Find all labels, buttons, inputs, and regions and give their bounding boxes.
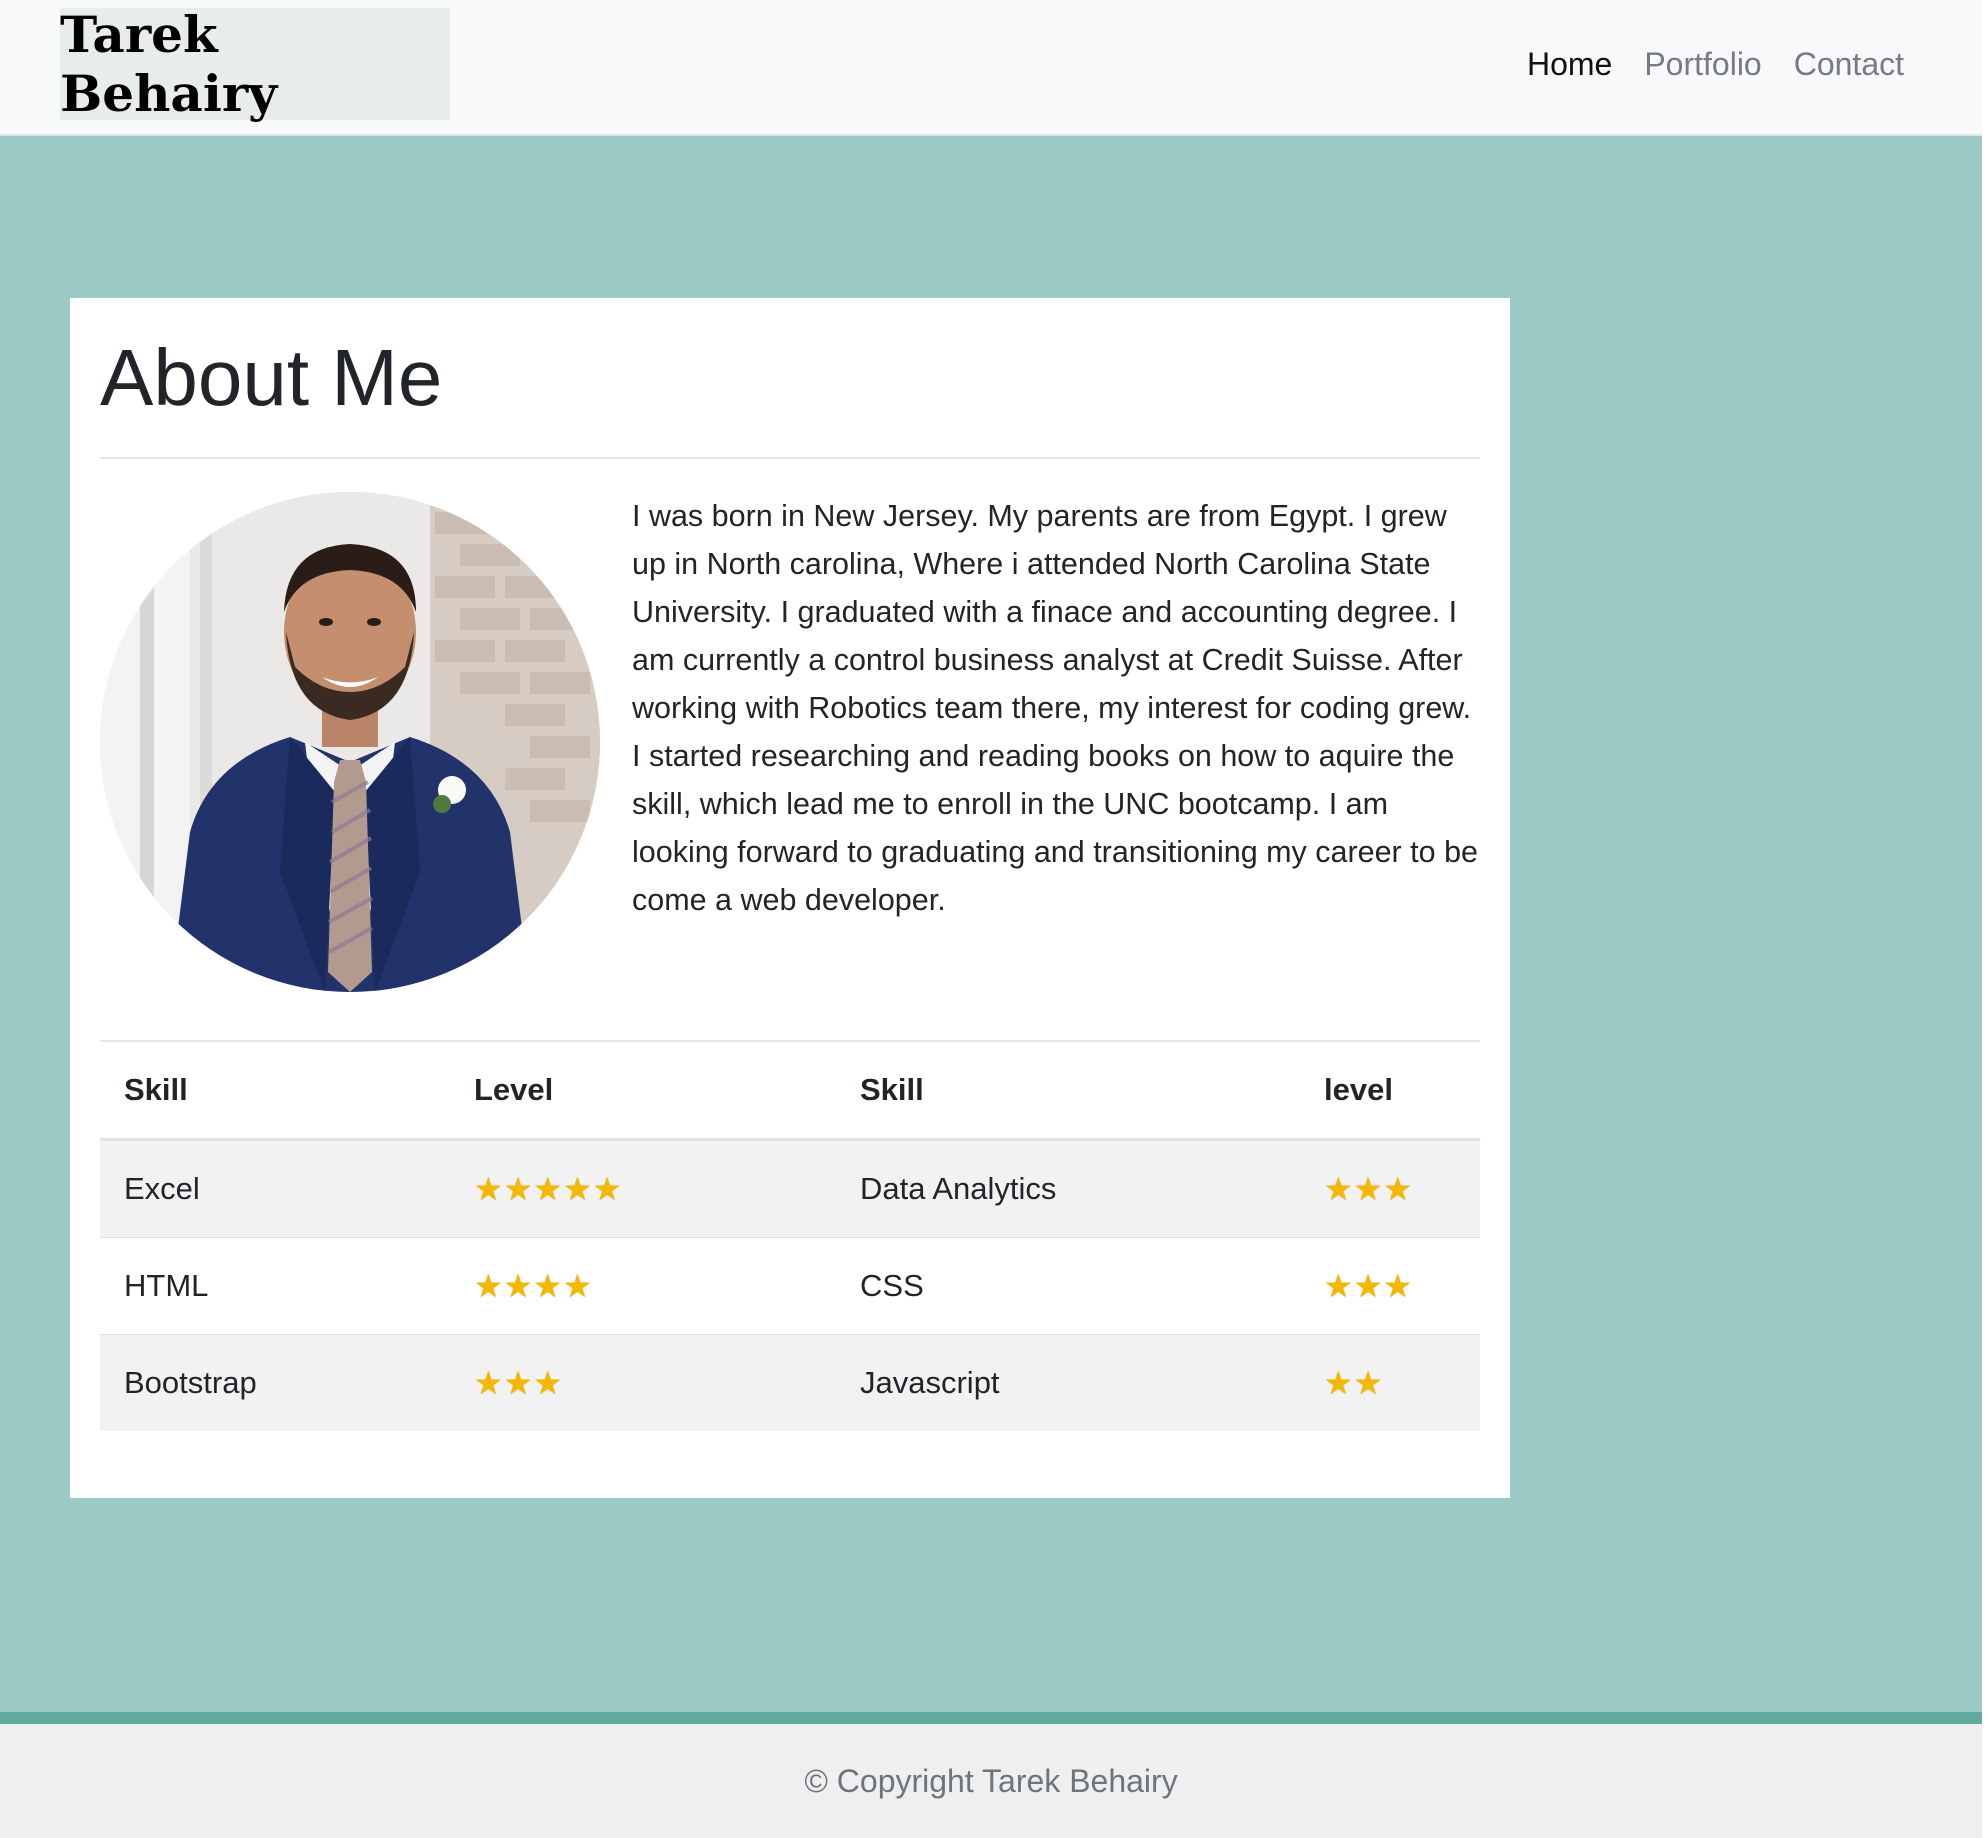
skill-rating-stars: ★★★★★: [450, 1139, 836, 1238]
skill-rating-stars: ★★★★: [450, 1237, 836, 1335]
profile-photo: [100, 492, 600, 992]
table-row: Excel ★★★★★ Data Analytics ★★★: [100, 1139, 1480, 1238]
nav-links: Home Portfolio Contact: [1527, 0, 1904, 128]
bio-text: I was born in New Jersey. My parents are…: [632, 499, 1479, 917]
skills-table-header: Skill Level Skill level: [100, 1041, 1480, 1141]
page-title: About Me: [100, 333, 443, 422]
brand-logo[interactable]: Tarek Behairy: [60, 5, 450, 123]
skill-rating-stars: ★★★: [450, 1334, 836, 1431]
skill-name: HTML: [100, 1237, 450, 1335]
skill-rating-stars: ★★★: [1300, 1237, 1480, 1335]
skill-name: Bootstrap: [100, 1334, 450, 1431]
footer-accent-bar: [0, 1712, 1982, 1724]
navbar: Tarek Behairy Home Portfolio Contact: [0, 0, 1982, 136]
table-row: HTML ★★★★ CSS ★★★: [100, 1237, 1480, 1335]
table-row: Bootstrap ★★★ Javascript ★★: [100, 1334, 1480, 1431]
title-divider: [100, 457, 1480, 459]
nav-home-link[interactable]: Home: [1527, 46, 1612, 83]
skills-table: Skill Level Skill level Excel ★★★★★ Data…: [100, 1040, 1480, 1431]
nav-portfolio-link[interactable]: Portfolio: [1644, 46, 1761, 83]
skill-name: CSS: [836, 1237, 1300, 1335]
skill-rating-stars: ★★: [1300, 1334, 1480, 1431]
header-level-1: Level: [450, 1041, 836, 1141]
skill-rating-stars: ★★★: [1300, 1139, 1480, 1238]
profile-photo-illustration: [100, 492, 600, 992]
header-level-2: level: [1300, 1041, 1480, 1141]
header-skill-1: Skill: [100, 1041, 450, 1141]
skill-name: Javascript: [836, 1334, 1300, 1431]
footer: © Copyright Tarek Behairy: [0, 1724, 1982, 1838]
nav-contact-link[interactable]: Contact: [1794, 46, 1904, 83]
skill-name: Data Analytics: [836, 1139, 1300, 1238]
header-skill-2: Skill: [836, 1041, 1300, 1141]
copyright-text: © Copyright Tarek Behairy: [804, 1762, 1178, 1799]
page-edge: [1982, 0, 1988, 1838]
about-card: About Me I was born in New Jersey. My pa…: [70, 298, 1510, 1498]
skill-name: Excel: [100, 1139, 450, 1238]
